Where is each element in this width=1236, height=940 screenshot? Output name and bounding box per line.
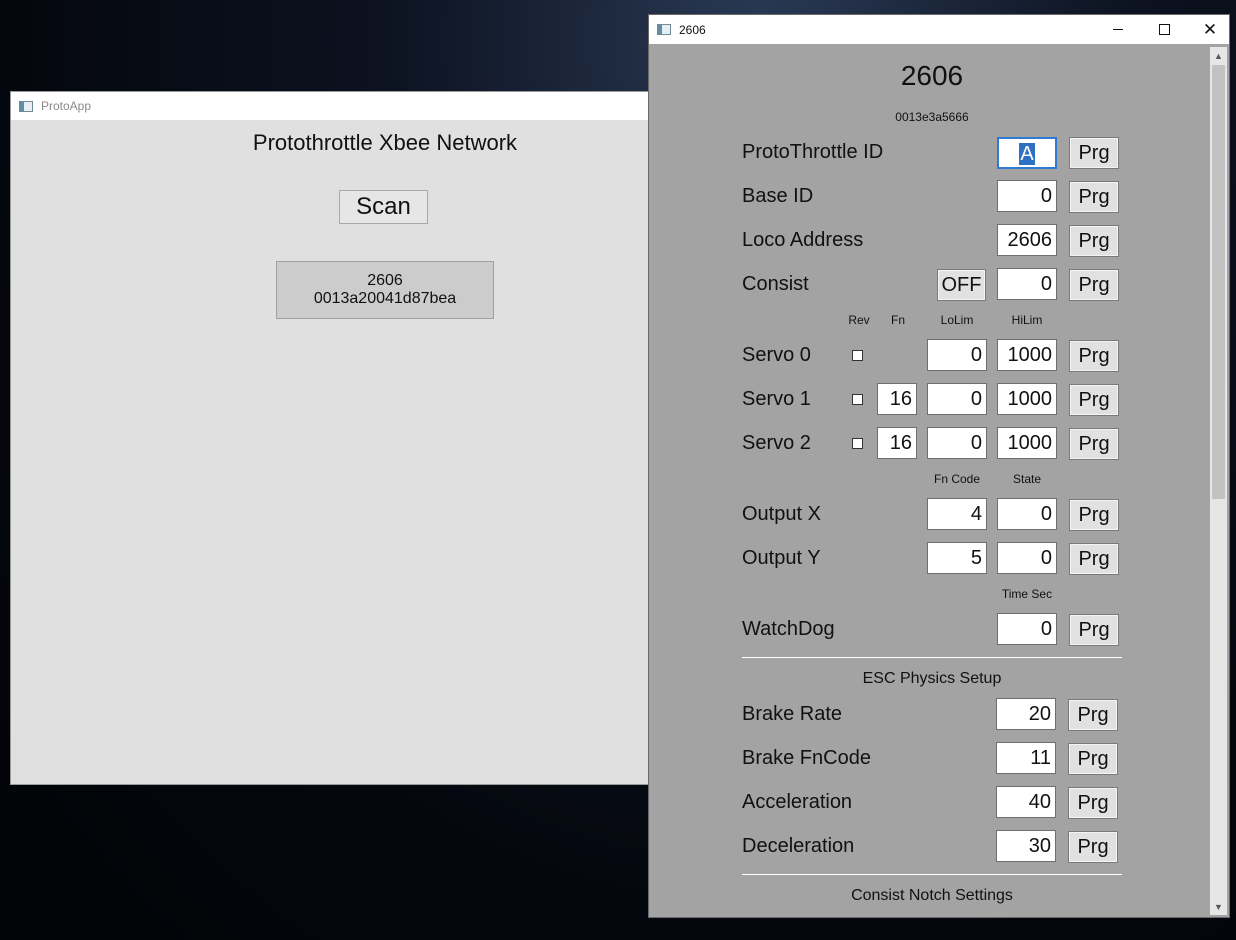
watchdog-input[interactable]: 0 <box>997 613 1057 645</box>
output-x-fncode-input[interactable]: 4 <box>927 498 987 530</box>
servo-1-rev-checkbox[interactable] <box>852 394 863 405</box>
config-window-title: 2606 <box>679 22 706 37</box>
servo-2-rev-checkbox[interactable] <box>852 438 863 449</box>
prg-button-output-x[interactable]: Prg <box>1069 499 1119 531</box>
prg-button-consist[interactable]: Prg <box>1069 269 1119 301</box>
scroll-down-icon[interactable]: ▼ <box>1210 898 1227 915</box>
separator <box>742 874 1122 875</box>
servo-0-lolim-input[interactable]: 0 <box>927 339 987 371</box>
minimize-icon <box>1113 29 1123 30</box>
acceleration-label: Acceleration <box>742 791 853 813</box>
servo-2-fn-input[interactable]: 16 <box>877 427 917 459</box>
prg-button-servo-2[interactable]: Prg <box>1069 428 1119 460</box>
servo-1-hilim-input[interactable]: 1000 <box>997 383 1057 415</box>
brake-fncode-input[interactable]: 11 <box>996 742 1056 774</box>
maximize-button[interactable] <box>1141 15 1187 44</box>
brake-rate-label: Brake Rate <box>742 703 843 725</box>
output-y-state-input[interactable]: 0 <box>997 542 1057 574</box>
brake-rate-input[interactable]: 20 <box>996 698 1056 730</box>
prg-button-acceleration[interactable]: Prg <box>1068 787 1118 819</box>
consist-label: Consist <box>742 273 809 295</box>
config-window: 2606 ✕ 2606 0013e3a5666 ProtoThrottle ID… <box>648 14 1230 918</box>
lolim-header: LoLim <box>940 313 974 327</box>
minimize-button[interactable] <box>1095 15 1141 44</box>
base-id-input[interactable]: 0 <box>997 180 1057 212</box>
consist-input[interactable]: 0 <box>997 268 1057 300</box>
fn-header: Fn <box>890 313 905 327</box>
watchdog-label: WatchDog <box>742 618 835 640</box>
base-id-label: Base ID <box>742 185 814 207</box>
time-sec-header: Time Sec <box>1001 587 1053 601</box>
protoapp-window: ProtoApp Protothrottle Xbee Network Scan… <box>10 91 660 785</box>
rev-header: Rev <box>848 313 870 327</box>
brake-fncode-label: Brake FnCode <box>742 747 871 769</box>
servo-0-label: Servo 0 <box>742 344 811 366</box>
separator <box>742 657 1122 658</box>
servo-1-fn-input[interactable]: 16 <box>877 383 917 415</box>
prg-button-servo-1[interactable]: Prg <box>1069 384 1119 416</box>
network-title: Protothrottle Xbee Network <box>252 130 518 155</box>
servo-0-rev-checkbox[interactable] <box>852 350 863 361</box>
device-list-item[interactable]: 2606 0013a20041d87bea <box>276 261 494 319</box>
deceleration-label: Deceleration <box>742 835 855 857</box>
config-address: 0013e3a5666 <box>895 110 969 124</box>
output-y-label: Output Y <box>742 547 821 569</box>
device-name: 2606 <box>367 272 403 289</box>
protoapp-titlebar[interactable]: ProtoApp <box>11 92 659 120</box>
prg-button-watchdog[interactable]: Prg <box>1069 614 1119 646</box>
scan-button[interactable]: Scan <box>339 190 428 224</box>
scroll-up-icon[interactable]: ▲ <box>1210 47 1227 64</box>
output-y-fncode-input[interactable]: 5 <box>927 542 987 574</box>
close-icon: ✕ <box>1202 19 1218 39</box>
device-address: 0013a20041d87bea <box>313 290 457 307</box>
output-x-label: Output X <box>742 503 821 525</box>
consist-notch-title: Consist Notch Settings <box>851 887 1013 904</box>
protothrottle-id-label: ProtoThrottle ID <box>742 141 884 163</box>
esc-section-title: ESC Physics Setup <box>862 670 1002 687</box>
servo-1-label: Servo 1 <box>742 388 811 410</box>
servo-1-lolim-input[interactable]: 0 <box>927 383 987 415</box>
prg-button-deceleration[interactable]: Prg <box>1068 831 1118 863</box>
state-header: State <box>1012 472 1042 486</box>
maximize-icon <box>1158 24 1170 35</box>
servo-2-hilim-input[interactable]: 1000 <box>997 427 1057 459</box>
prg-button-servo-0[interactable]: Prg <box>1069 340 1119 372</box>
prg-button-loco-address[interactable]: Prg <box>1069 225 1119 257</box>
prg-button-brake-rate[interactable]: Prg <box>1068 699 1118 731</box>
config-titlebar[interactable]: 2606 ✕ <box>649 15 1229 44</box>
loco-address-input[interactable]: 2606 <box>997 224 1057 256</box>
app-window-icon <box>657 24 671 35</box>
config-heading: 2606 <box>900 60 964 91</box>
deceleration-input[interactable]: 30 <box>996 830 1056 862</box>
close-button[interactable]: ✕ <box>1187 15 1233 44</box>
protothrottle-id-value: A <box>1019 143 1035 165</box>
hilim-header: HiLim <box>1011 313 1043 327</box>
servo-0-hilim-input[interactable]: 1000 <box>997 339 1057 371</box>
loco-address-label: Loco Address <box>742 229 864 251</box>
fncode-header: Fn Code <box>933 472 981 486</box>
servo-2-lolim-input[interactable]: 0 <box>927 427 987 459</box>
prg-button-base-id[interactable]: Prg <box>1069 181 1119 213</box>
app-window-icon <box>19 100 33 112</box>
servo-2-label: Servo 2 <box>742 432 811 454</box>
protoapp-title: ProtoApp <box>41 99 92 113</box>
scroll-thumb[interactable] <box>1212 65 1225 499</box>
prg-button-output-y[interactable]: Prg <box>1069 543 1119 575</box>
prg-button-protothrottle-id[interactable]: Prg <box>1069 137 1119 169</box>
prg-button-brake-fncode[interactable]: Prg <box>1068 743 1118 775</box>
protothrottle-id-input[interactable]: A <box>997 137 1057 169</box>
acceleration-input[interactable]: 40 <box>996 786 1056 818</box>
output-x-state-input[interactable]: 0 <box>997 498 1057 530</box>
consist-toggle-button[interactable]: OFF <box>937 269 986 301</box>
vertical-scrollbar[interactable]: ▲ ▼ <box>1210 47 1227 915</box>
